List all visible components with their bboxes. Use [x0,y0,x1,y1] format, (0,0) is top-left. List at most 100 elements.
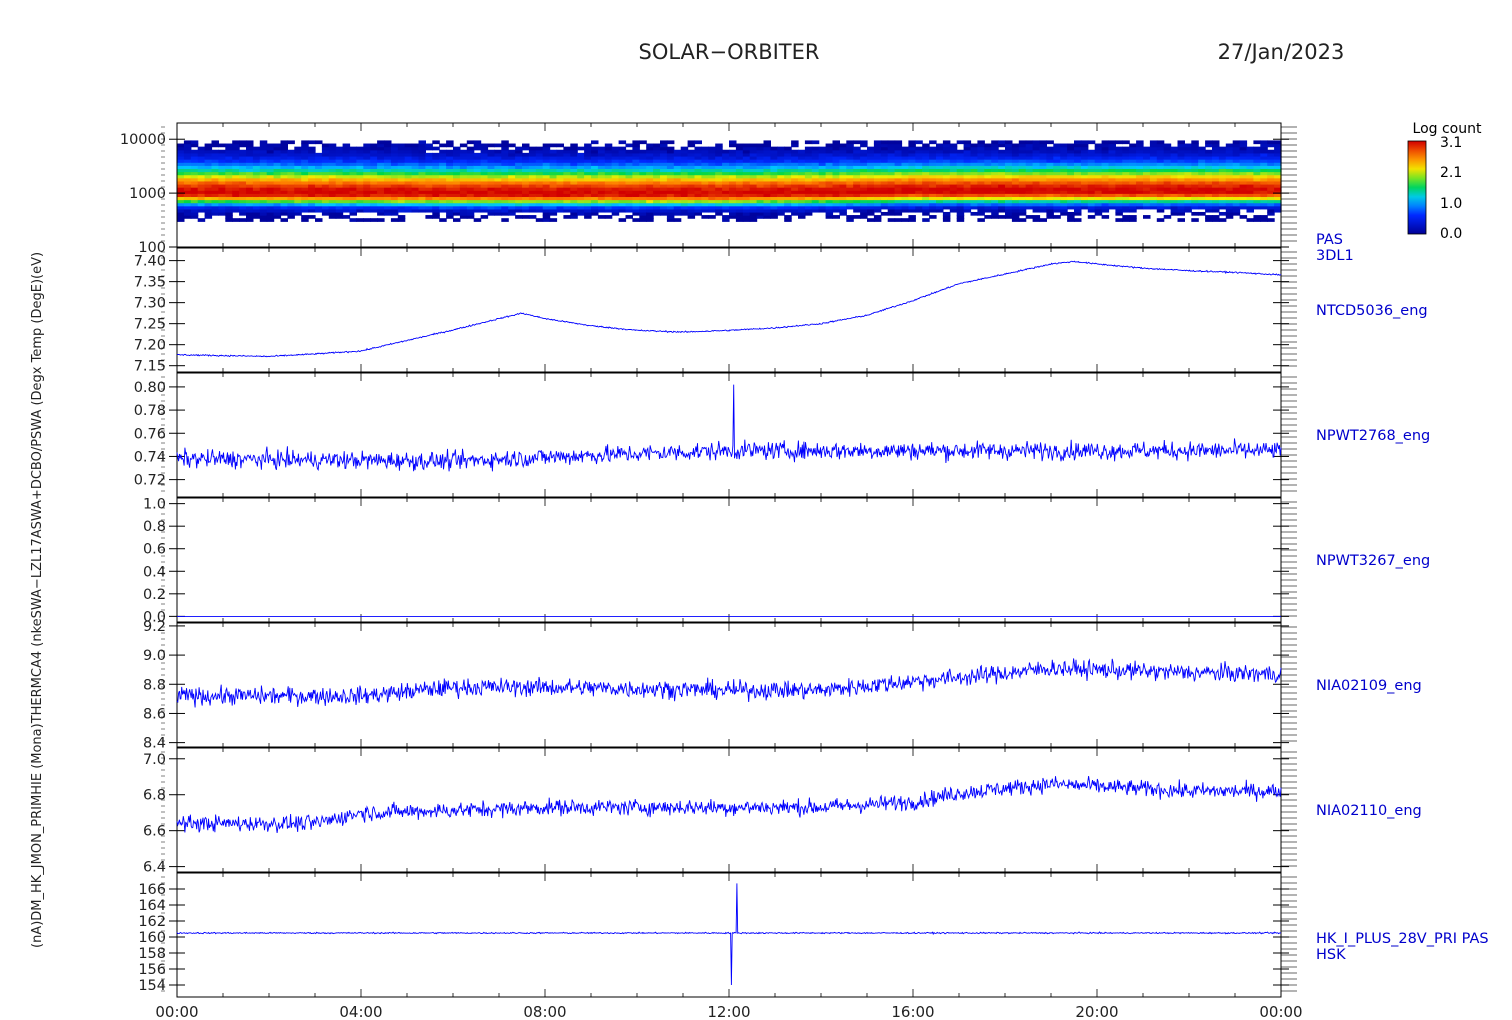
spectrogram-cell [1101,140,1110,145]
spectrogram-cell [1212,215,1220,219]
spectrogram-cell [1267,140,1275,145]
panels-group: 100001000100 PAS3DL17.407.357.307.257.207… [120,122,1489,998]
spectrogram-cell [1067,143,1075,148]
spectrogram-cell [404,143,413,148]
spectrogram-cell [708,146,716,151]
spectrogram-cell [363,218,371,222]
panel-6-ytick-label: 156 [138,962,166,978]
spectrogram-cell [970,211,978,216]
panel-2-ytick-label: 0.72 [134,473,166,489]
spectrogram-cell [197,218,206,222]
spectrogram-cell [390,143,399,148]
spectrogram-cell [632,218,640,222]
spectrogram-cell [1253,140,1261,145]
spectrogram-cell [1274,140,1282,145]
spectrogram-cell [1218,218,1227,222]
spectrogram-cell [411,143,420,148]
spectrogram-cell [811,140,820,145]
spectrogram-cell [1253,146,1261,151]
spectrogram-cell [597,146,606,151]
spectrogram-cell [397,215,406,219]
spectrogram-cell [1260,140,1268,145]
spectrogram-cell [473,152,482,157]
spectrogram-cell [515,215,523,219]
spectrogram-cell [922,218,930,222]
spectrogram-cell [246,140,254,145]
spectrogram-cell [873,140,882,145]
spectrogram-cell [1074,218,1082,222]
spectrogram-cell [190,149,199,154]
spectrogram-cell [225,143,233,148]
spectrogram-cell [1011,143,1020,148]
panel-3-label: NPWT3267_eng [1316,553,1430,569]
spectrogram-cell [522,215,530,219]
spectrogram-cell [515,146,523,151]
spectrogram-cell [791,140,799,145]
spectrogram-cell [873,215,882,219]
spectrogram-cell [1074,140,1082,145]
spectrogram-cell [480,215,489,219]
spectrogram-cell [839,143,847,148]
spectrogram-cell [798,149,806,154]
spectrogram-cell [1053,143,1061,148]
spectrogram-cell [646,143,654,148]
spectrogram-cell [756,143,765,148]
spectrogram-cell [922,143,930,148]
spectrogram-cell [301,215,309,219]
spectrogram-cell [1025,215,1034,219]
panel-0-label: 3DL1 [1316,248,1354,264]
spectrogram-cell [252,146,261,151]
spectrogram-cell [687,140,696,145]
spectrogram-cell [232,140,240,145]
panel-1-ytick-label: 7.15 [134,359,166,375]
spectrogram-cell [867,146,875,151]
spectrogram-cell [370,218,378,222]
spectrogram-cell [1232,140,1241,145]
spectrogram-cell [204,143,213,148]
panel-4-label: NIA02109_eng [1316,678,1422,694]
spectrogram-cell [1053,215,1061,219]
panel-3-frame [176,497,1282,623]
spectrogram-cell [535,146,544,151]
spectrogram-cell [722,215,730,219]
spectrogram-cell [880,140,889,145]
spectrogram-cell [1005,140,1013,145]
spectrogram-cell [425,143,433,148]
series-NIA02110_eng [176,776,1282,833]
spectrogram-cell [653,143,661,148]
spectrogram-cell [915,146,923,151]
spectrogram-cell [377,140,385,145]
panel-6-ytick-label: 162 [138,914,166,930]
panel-3-ytick-label: 1.0 [143,497,166,513]
spectrogram-cell [535,218,544,222]
panel-1-ytick-label: 7.20 [134,338,166,354]
panel-5-ytick-label: 7.0 [143,752,166,768]
spectrogram-cell [397,143,406,148]
spectrogram-cell [473,218,482,222]
spectrogram-cell [1225,143,1234,148]
spectrogram-cell [211,140,219,145]
spectrogram-cell [949,143,958,148]
mission-title: SOLAR−ORBITER [638,40,819,64]
spectrogram-cell [956,140,965,145]
colorbar: Log count 3.12.11.00.0 [1407,121,1482,242]
spectrogram-cell [1170,146,1179,151]
spectrogram-cell [1122,215,1130,219]
spectrogram-cell [1156,140,1165,145]
spectrogram-cell [818,146,827,151]
spectrogram-cell [880,211,889,216]
spectrogram-cell [494,143,502,148]
spectrogram-cell [853,140,861,145]
spectrogram-cell [618,218,627,222]
spectrogram-cell [715,143,723,148]
spectrogram-cell [894,218,903,222]
panel-6-label: HSK [1316,947,1346,963]
spectrogram-cell [1198,146,1206,151]
spectrogram-cell [1191,140,1199,145]
spectrogram-cell [977,218,985,222]
spectrogram-cell [887,218,896,222]
time-tick-label: 00:00 [1259,1003,1302,1020]
spectrogram-cell [432,146,440,151]
spectrogram-cell [763,140,771,145]
spectrogram-cell [1039,218,1047,222]
